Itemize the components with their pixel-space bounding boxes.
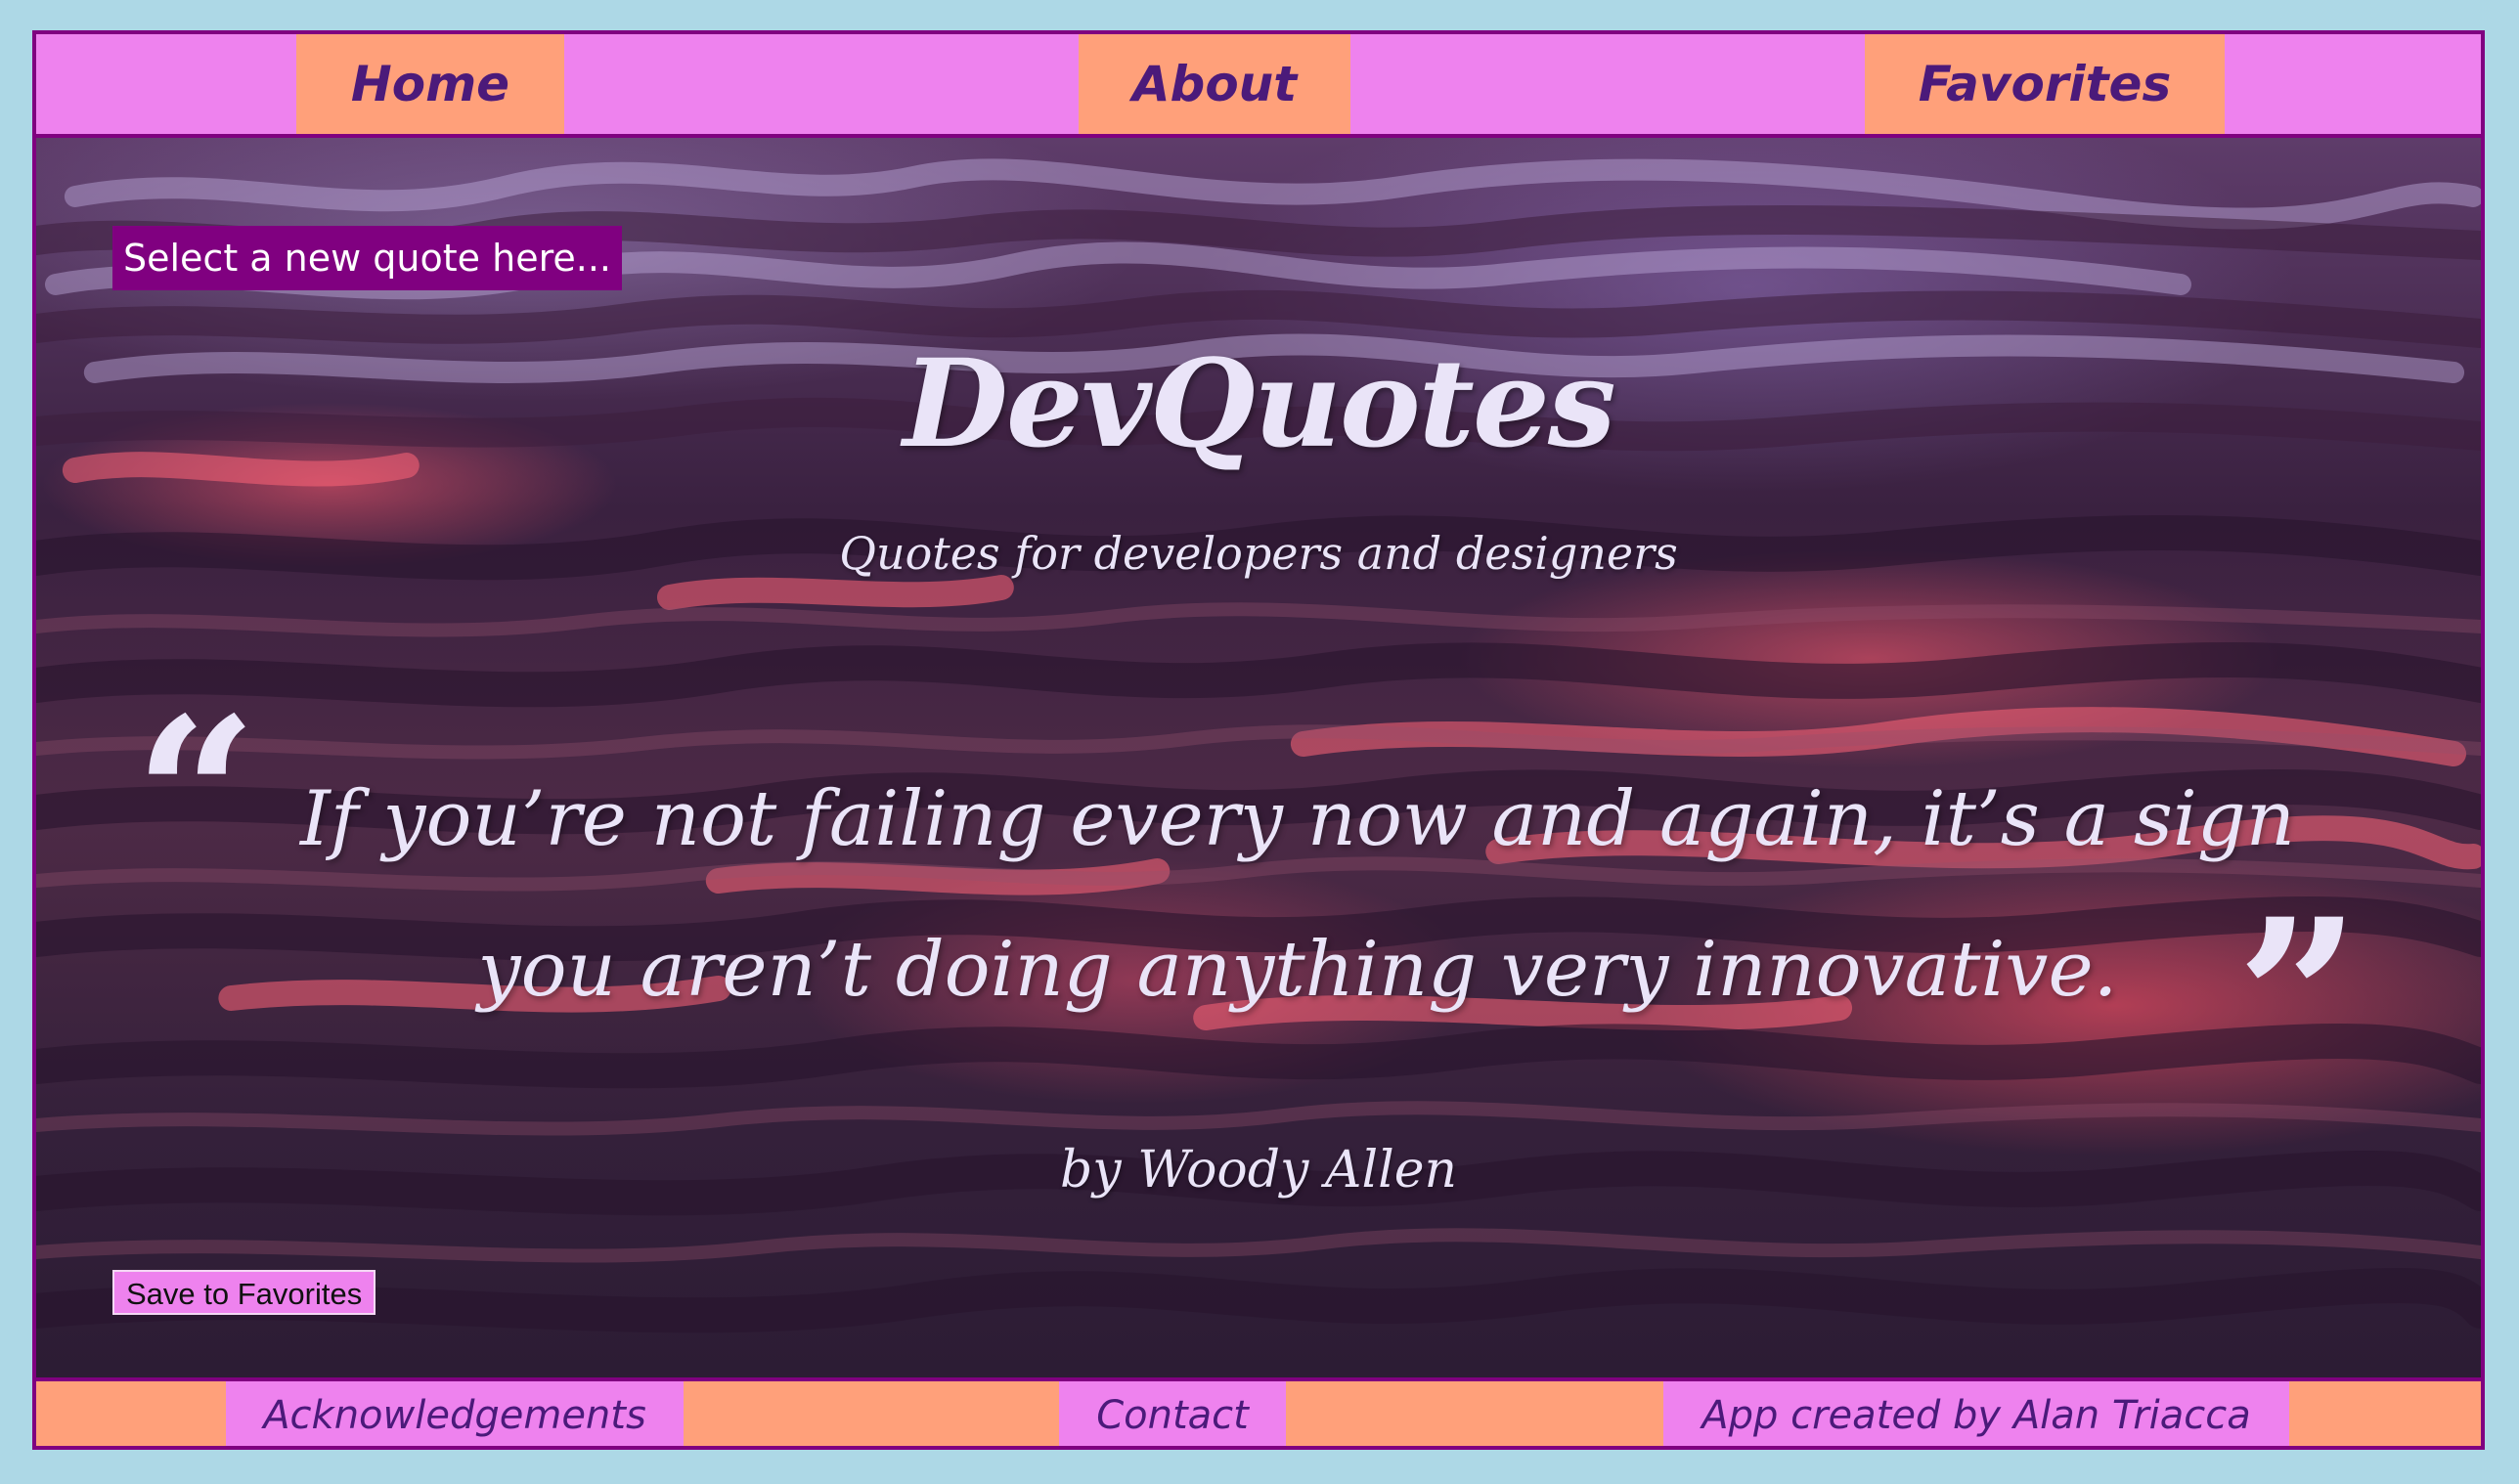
footer-credit-text: App created by Alan Triacca (1663, 1381, 2289, 1446)
select-quote-dropdown[interactable]: Select a new quote here... (112, 226, 622, 290)
quote-author: by Woody Allen (1060, 1141, 1457, 1200)
hero-section: Select a new quote here... DevQuotes Quo… (36, 138, 2481, 1377)
close-quote-icon: ” (2236, 871, 2361, 1124)
footer-contact-link[interactable]: Contact (1059, 1381, 1286, 1446)
footer-acknowledgements-link[interactable]: Acknowledgements (226, 1381, 684, 1446)
save-to-favorites-button[interactable]: Save to Favorites (112, 1270, 376, 1315)
app-title: DevQuotes (903, 333, 1615, 475)
top-nav: Home About Favorites (36, 34, 2481, 138)
nav-home-link[interactable]: Home (296, 34, 564, 134)
app-subtitle: Quotes for developers and designers (839, 527, 1678, 580)
nav-favorites-link[interactable]: Favorites (1865, 34, 2225, 134)
quote-line-2: you aren’t doing anything very innovativ… (477, 926, 2118, 1014)
quote-line-1: If you’re not failing every now and agai… (299, 775, 2296, 863)
nav-about-link[interactable]: About (1079, 34, 1350, 134)
app-frame: Home About Favorites Select a new quote … (32, 30, 2485, 1450)
open-quote-icon: “ (134, 670, 258, 923)
quote-text: If you’re not failing every now and agai… (251, 744, 2344, 1045)
footer: Acknowledgements Contact App created by … (36, 1377, 2481, 1446)
